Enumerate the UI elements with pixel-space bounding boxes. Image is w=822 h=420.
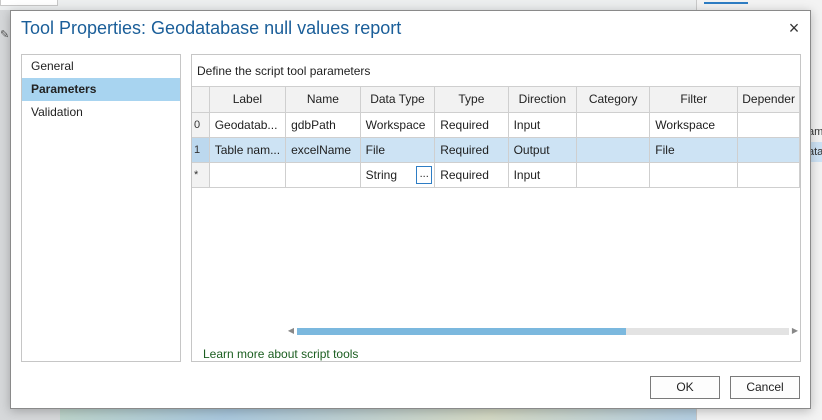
cell-label[interactable]: Table nam... [209, 137, 287, 163]
table-row[interactable]: 0 Geodatab... gdbPath Workspace Required… [192, 112, 800, 138]
learn-more-link[interactable]: Learn more about script tools [203, 347, 358, 361]
cell-data-type-editing[interactable]: String ... [360, 162, 436, 188]
cell-label[interactable]: Geodatab... [209, 112, 287, 138]
column-header-data-type[interactable]: Data Type [360, 87, 436, 113]
cell-category[interactable] [576, 137, 651, 163]
parameters-panel: Define the script tool parameters Label … [191, 54, 801, 362]
row-index[interactable]: 1 [192, 137, 210, 163]
column-header-filter[interactable]: Filter [649, 87, 739, 113]
data-type-browse-button[interactable]: ... [416, 165, 433, 184]
cell-type[interactable]: Required [434, 137, 509, 163]
cell-direction[interactable]: Input [508, 112, 578, 138]
cell-dependency[interactable] [737, 137, 800, 163]
scrollbar-track[interactable] [297, 328, 789, 335]
table-row[interactable]: 1 Table nam... excelName File Required O… [192, 137, 800, 163]
ok-button[interactable]: OK [650, 376, 720, 399]
dialog-title: Tool Properties: Geodatabase null values… [21, 18, 402, 38]
cell-category[interactable] [576, 162, 651, 188]
scrollbar-thumb[interactable] [297, 328, 626, 335]
background-pencil-icon: ✎ [0, 29, 10, 41]
row-index[interactable]: * [192, 162, 210, 188]
cell-filter[interactable]: Workspace [649, 112, 739, 138]
nav-item-parameters[interactable]: Parameters [22, 78, 180, 101]
properties-nav: General Parameters Validation [21, 54, 181, 362]
column-header-type[interactable]: Type [434, 87, 509, 113]
cell-direction[interactable]: Input [508, 162, 578, 188]
cell-data-type[interactable]: File [360, 137, 436, 163]
row-index[interactable]: 0 [192, 112, 210, 138]
cell-filter[interactable]: File [649, 137, 739, 163]
cell-direction[interactable]: Output [508, 137, 578, 163]
cell-name[interactable]: excelName [285, 137, 361, 163]
cell-category[interactable] [576, 112, 651, 138]
tool-properties-dialog: Tool Properties: Geodatabase null values… [10, 10, 811, 409]
nav-item-validation[interactable]: Validation [22, 101, 180, 124]
background-active-tab [704, 0, 748, 4]
cell-data-type[interactable]: Workspace [360, 112, 436, 138]
cell-name[interactable] [285, 162, 361, 188]
parameters-grid: Label Name Data Type Type Direction Cate… [192, 86, 800, 336]
cell-filter[interactable] [649, 162, 739, 188]
column-header-name[interactable]: Name [285, 87, 361, 113]
column-header-dependency[interactable]: Depender [737, 87, 800, 113]
cancel-button[interactable]: Cancel [730, 376, 800, 399]
cell-type[interactable]: Required [434, 162, 509, 188]
close-icon[interactable]: × [783, 17, 805, 39]
table-row-new[interactable]: * String ... Required Input [192, 162, 800, 188]
cell-name[interactable]: gdbPath [285, 112, 361, 138]
cell-dependency[interactable] [737, 112, 800, 138]
horizontal-scrollbar[interactable]: ◀ ▶ [286, 326, 800, 336]
scroll-right-icon[interactable]: ▶ [790, 326, 800, 336]
nav-item-general[interactable]: General [22, 55, 180, 78]
background-top-left-control [0, 0, 58, 6]
column-header-category[interactable]: Category [576, 87, 651, 113]
cell-data-type-value: String [365, 167, 398, 182]
panel-heading: Define the script tool parameters [197, 64, 371, 78]
column-header-index [192, 87, 210, 113]
column-header-direction[interactable]: Direction [508, 87, 578, 113]
cell-type[interactable]: Required [434, 112, 509, 138]
scroll-left-icon[interactable]: ◀ [286, 326, 296, 336]
parameters-table: Label Name Data Type Type Direction Cate… [192, 87, 800, 188]
cell-dependency[interactable] [737, 162, 800, 188]
table-header-row: Label Name Data Type Type Direction Cate… [192, 87, 800, 113]
column-header-label[interactable]: Label [209, 87, 287, 113]
cell-label[interactable] [209, 162, 287, 188]
